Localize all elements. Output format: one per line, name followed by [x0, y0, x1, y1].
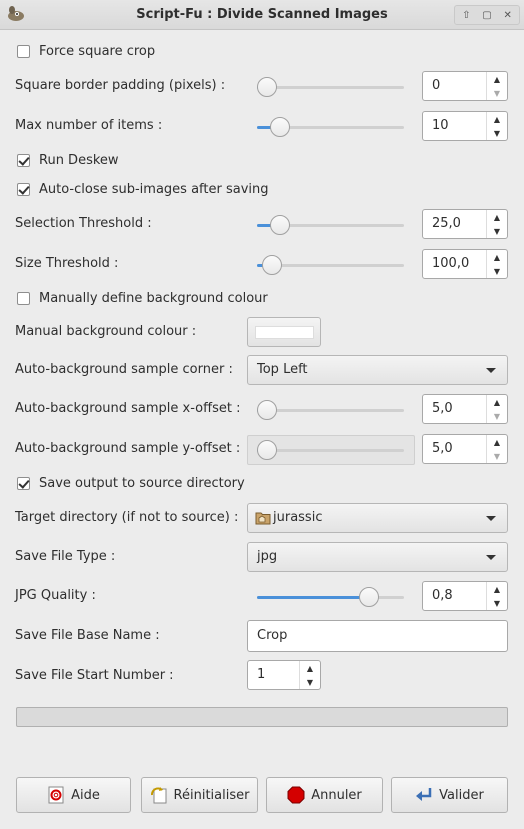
colour-swatch — [255, 326, 314, 339]
sample-x-offset-spinbox[interactable]: 5,0 ▲ ▼ — [422, 394, 508, 424]
file-type-label: Save File Type : — [15, 549, 116, 564]
spin-down-button[interactable]: ▼ — [300, 675, 320, 689]
max-items-spinbox[interactable]: 10 ▲ ▼ — [422, 111, 508, 141]
ok-button[interactable]: Valider — [391, 777, 508, 813]
spin-up-button[interactable]: ▲ — [487, 210, 507, 224]
selection-threshold-spinbox[interactable]: 25,0 ▲ ▼ — [422, 209, 508, 239]
selection-threshold-slider[interactable] — [257, 214, 404, 236]
sample-x-offset-slider[interactable] — [257, 399, 404, 421]
square-border-padding-spinbox[interactable]: 0 ▲ ▼ — [422, 71, 508, 101]
size-threshold-slider[interactable] — [257, 254, 404, 276]
manual-bg-label: Manually define background colour — [39, 291, 268, 306]
chevron-down-icon — [486, 368, 496, 373]
sample-y-offset-slider[interactable] — [257, 439, 404, 461]
spin-up-button[interactable]: ▲ — [300, 661, 320, 675]
manual-bg-colour-button[interactable] — [247, 317, 321, 347]
enter-arrow-icon — [416, 788, 432, 801]
jpg-quality-slider[interactable] — [257, 586, 404, 608]
jpg-quality-spinbox[interactable]: 0,8 ▲ ▼ — [422, 581, 508, 611]
slider-knob[interactable] — [270, 117, 290, 137]
jpg-quality-label: JPG Quality : — [15, 588, 96, 603]
sample-corner-dropdown[interactable]: Top Left — [247, 355, 508, 385]
file-type-dropdown[interactable]: jpg — [247, 542, 508, 572]
base-name-label: Save File Base Name : — [15, 628, 160, 643]
max-items-slider[interactable] — [257, 116, 404, 138]
sample-corner-label: Auto-background sample corner : — [15, 362, 233, 377]
run-deskew-label: Run Deskew — [39, 153, 119, 168]
spin-up-button[interactable]: ▲ — [487, 582, 507, 596]
slider-knob[interactable] — [270, 215, 290, 235]
help-icon — [48, 786, 64, 804]
title-bar: Script-Fu : Divide Scanned Images ⇧ ▢ ✕ — [0, 0, 524, 30]
force-square-crop-checkbox[interactable] — [17, 45, 30, 58]
spin-up-button[interactable]: ▲ — [487, 250, 507, 264]
spin-down-button[interactable]: ▼ — [487, 224, 507, 238]
selection-threshold-label: Selection Threshold : — [15, 216, 152, 231]
manual-bg-colour-label: Manual background colour : — [15, 324, 197, 339]
cancel-button[interactable]: Annuler — [266, 777, 383, 813]
target-dir-dropdown[interactable]: jurassic — [247, 503, 508, 533]
keep-above-button[interactable]: ⇧ — [459, 7, 474, 23]
maximize-button[interactable]: ▢ — [480, 7, 495, 23]
save-to-source-label: Save output to source directory — [39, 476, 245, 491]
spin-down-button[interactable]: ▼ — [487, 126, 507, 140]
target-dir-label: Target directory (if not to source) : — [15, 510, 239, 525]
slider-knob[interactable] — [257, 77, 277, 97]
close-button[interactable]: ✕ — [500, 7, 515, 23]
sample-y-offset-spinbox[interactable]: 5,0 ▲ ▼ — [422, 434, 508, 464]
force-square-crop-label: Force square crop — [39, 44, 156, 59]
square-border-padding-label: Square border padding (pixels) : — [15, 78, 226, 93]
spin-down-button[interactable]: ▼ — [487, 86, 507, 100]
size-threshold-spinbox[interactable]: 100,0 ▲ ▼ — [422, 249, 508, 279]
start-number-label: Save File Start Number : — [15, 668, 174, 683]
spin-up-button[interactable]: ▲ — [487, 395, 507, 409]
spin-down-button[interactable]: ▼ — [487, 409, 507, 423]
slider-knob[interactable] — [257, 440, 277, 460]
spin-down-button[interactable]: ▼ — [487, 596, 507, 610]
start-number-spinbox[interactable]: 1 ▲ ▼ — [247, 660, 321, 690]
manual-bg-checkbox[interactable] — [17, 292, 30, 305]
spin-up-button[interactable]: ▲ — [487, 435, 507, 449]
sample-x-offset-label: Auto-background sample x-offset : — [15, 401, 241, 416]
slider-knob[interactable] — [262, 255, 282, 275]
window-title: Script-Fu : Divide Scanned Images — [136, 7, 388, 22]
folder-icon — [255, 512, 271, 525]
spin-down-button[interactable]: ▼ — [487, 264, 507, 278]
size-threshold-label: Size Threshold : — [15, 256, 119, 271]
square-border-padding-slider[interactable] — [257, 76, 404, 98]
slider-knob[interactable] — [359, 587, 379, 607]
run-deskew-checkbox[interactable] — [17, 154, 30, 167]
chevron-down-icon — [486, 516, 496, 521]
auto-close-checkbox[interactable] — [17, 183, 30, 196]
spin-up-button[interactable]: ▲ — [487, 112, 507, 126]
sample-y-offset-label: Auto-background sample y-offset : — [15, 441, 241, 456]
spin-up-button[interactable]: ▲ — [487, 72, 507, 86]
save-to-source-checkbox[interactable] — [17, 477, 30, 490]
spin-down-button[interactable]: ▼ — [487, 449, 507, 463]
base-name-input[interactable]: Crop — [247, 620, 508, 652]
slider-knob[interactable] — [257, 400, 277, 420]
reset-button[interactable]: Réinitialiser — [141, 777, 258, 813]
help-button[interactable]: Aide — [16, 777, 131, 813]
stop-icon — [287, 786, 305, 804]
chevron-down-icon — [486, 555, 496, 560]
progress-bar — [16, 707, 508, 727]
reset-icon — [150, 787, 167, 804]
auto-close-label: Auto-close sub-images after saving — [39, 182, 269, 197]
max-items-label: Max number of items : — [15, 118, 163, 133]
